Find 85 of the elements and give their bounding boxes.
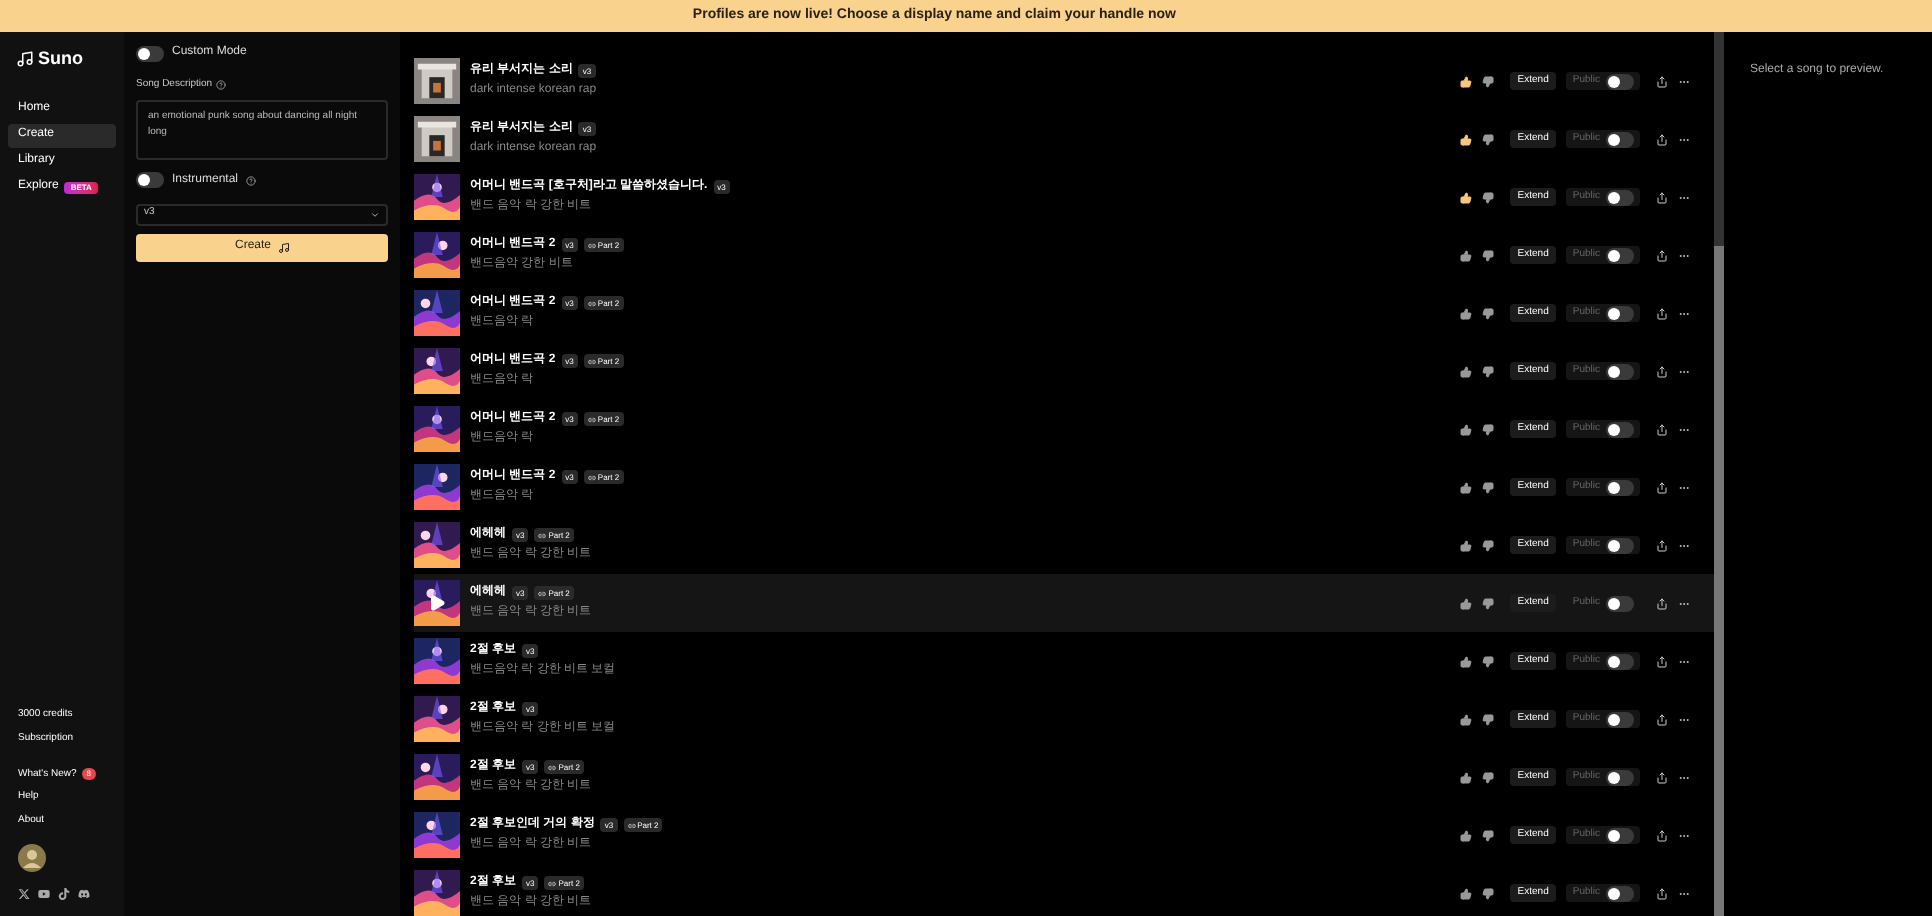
thumbs-up-icon[interactable]: [1459, 249, 1472, 261]
scrollbar[interactable]: [1714, 32, 1724, 916]
thumbs-down-icon[interactable]: [1481, 481, 1494, 493]
thumbs-up-icon[interactable]: [1459, 307, 1472, 319]
thumbs-down-icon[interactable]: [1481, 887, 1494, 899]
share-icon[interactable]: [1656, 75, 1668, 87]
share-icon[interactable]: [1656, 191, 1668, 203]
thumbs-down-icon[interactable]: [1481, 829, 1494, 841]
thumbs-down-icon[interactable]: [1481, 597, 1494, 609]
share-icon[interactable]: [1656, 423, 1668, 435]
thumbs-up-icon[interactable]: [1459, 365, 1472, 377]
share-icon[interactable]: [1656, 655, 1668, 667]
thumbs-up-icon[interactable]: [1459, 75, 1472, 87]
toggle-switch[interactable]: [1606, 305, 1634, 321]
toggle-switch[interactable]: [1606, 479, 1634, 495]
thumbs-up-icon[interactable]: [1459, 191, 1472, 203]
toggle-switch[interactable]: [136, 172, 164, 188]
share-icon[interactable]: [1656, 365, 1668, 377]
toggle-switch[interactable]: [1606, 537, 1634, 553]
toggle-switch[interactable]: [1606, 73, 1634, 89]
share-icon[interactable]: [1656, 481, 1668, 493]
music-note-icon[interactable]: [58, 888, 70, 900]
thumbs-down-icon[interactable]: [1481, 771, 1494, 783]
avatar[interactable]: [18, 844, 46, 872]
play-icon[interactable]: [428, 594, 446, 612]
toggle-switch[interactable]: [1606, 421, 1634, 437]
link-icon: [538, 531, 547, 539]
link-icon: [587, 473, 596, 481]
thumbs-down-icon[interactable]: [1481, 75, 1494, 87]
share-icon[interactable]: [1656, 597, 1668, 609]
share-icon[interactable]: [1656, 829, 1668, 841]
share-icon[interactable]: [1656, 249, 1668, 261]
share-icon[interactable]: [1656, 539, 1668, 551]
link-icon: [548, 879, 557, 887]
thumbs-up-icon[interactable]: [1459, 829, 1472, 841]
thumbs-up-icon[interactable]: [1459, 423, 1472, 435]
thumbs-down-icon[interactable]: [1481, 133, 1494, 145]
thumbs-up-icon[interactable]: [1459, 597, 1472, 609]
thumbs-down-icon[interactable]: [1481, 423, 1494, 435]
help-icon[interactable]: [216, 80, 227, 91]
help-icon[interactable]: [246, 175, 257, 185]
link-icon: [587, 415, 596, 423]
toggle-switch[interactable]: [1606, 247, 1634, 263]
logo[interactable]: Suno: [38, 46, 83, 73]
toggle-switch[interactable]: [1606, 827, 1634, 843]
video-icon[interactable]: [38, 888, 50, 900]
share-icon[interactable]: [1656, 771, 1668, 783]
share-icon[interactable]: [1656, 307, 1668, 319]
thumbs-down-icon[interactable]: [1481, 249, 1494, 261]
link-icon: [587, 299, 596, 307]
share-icon[interactable]: [1656, 887, 1668, 899]
toggle-switch[interactable]: [136, 45, 164, 61]
thumbs-down-icon[interactable]: [1481, 307, 1494, 319]
share-icon[interactable]: [1656, 133, 1668, 145]
music-note-icon: [277, 241, 289, 253]
thumbs-down-icon[interactable]: [1481, 365, 1494, 377]
thumbs-down-icon[interactable]: [1481, 713, 1494, 725]
thumbs-up-icon[interactable]: [1459, 655, 1472, 667]
thumbs-down-icon[interactable]: [1481, 191, 1494, 203]
link-icon: [587, 241, 596, 249]
game-controller-icon[interactable]: [78, 888, 90, 900]
thumbs-up-icon[interactable]: [1459, 133, 1472, 145]
share-icon[interactable]: [1656, 713, 1668, 725]
toggle-switch[interactable]: [1606, 189, 1634, 205]
toggle-switch[interactable]: [1606, 711, 1634, 727]
thumbs-up-icon[interactable]: [1459, 713, 1472, 725]
thumbs-down-icon[interactable]: [1481, 539, 1494, 551]
chevron-icon: [370, 209, 380, 219]
toggle-switch[interactable]: [1606, 595, 1634, 611]
thumbs-up-icon[interactable]: [1459, 539, 1472, 551]
link-icon: [627, 821, 636, 829]
link-icon: [587, 357, 596, 365]
thumbs-up-icon[interactable]: [1459, 481, 1472, 493]
thumbs-up-icon[interactable]: [1459, 771, 1472, 783]
toggle-switch[interactable]: [1606, 769, 1634, 785]
logo-icon: [16, 50, 34, 69]
x-icon[interactable]: [18, 888, 30, 900]
thumbs-up-icon[interactable]: [1459, 887, 1472, 899]
toggle-switch[interactable]: [1606, 885, 1634, 901]
toggle-switch[interactable]: [1606, 363, 1634, 379]
thumbs-down-icon[interactable]: [1481, 655, 1494, 667]
toggle-switch[interactable]: [1606, 131, 1634, 147]
link-icon: [548, 763, 557, 771]
toggle-switch[interactable]: [1606, 653, 1634, 669]
link-icon: [538, 589, 547, 597]
